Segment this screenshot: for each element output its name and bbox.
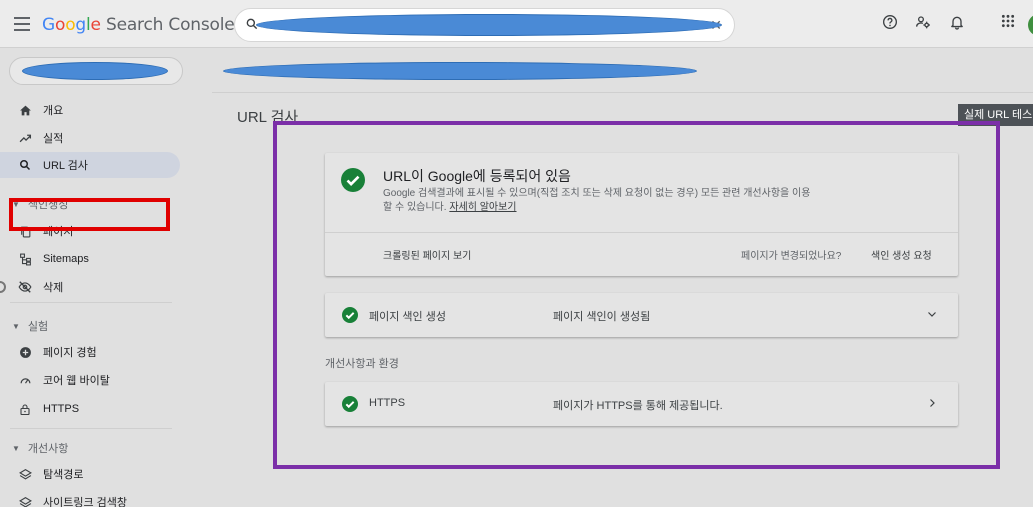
layers-icon — [18, 468, 32, 479]
sidebar-item-label: 탐색경로 — [43, 469, 84, 481]
apps-grid-icon[interactable] — [1001, 14, 1015, 28]
sidebar-item-label: 사이트링크 검색창 — [43, 497, 128, 507]
search-console-logo[interactable]: Google Search Console — [42, 15, 235, 35]
search-icon — [20, 160, 31, 171]
section-label: 개선사항 — [27, 443, 69, 455]
sidebar-item-https[interactable]: HTTPS — [0, 396, 180, 422]
sidebar-item-label: 페이지 경험 — [43, 347, 97, 359]
sidebar-item-label: 개요 — [43, 105, 64, 117]
sidebar-item-breadcrumbs[interactable]: 탐색경로 — [0, 461, 180, 487]
trending-up-icon — [19, 134, 31, 142]
annotation-highlight-red — [9, 198, 170, 231]
google-wordmark: Google — [42, 15, 101, 35]
manage-users-icon[interactable] — [915, 14, 931, 30]
sidebar-item-sitelinks-searchbox[interactable]: 사이트링크 검색창 — [0, 489, 180, 507]
sidebar-item-label: 삭제 — [43, 282, 64, 294]
top-app-bar: Google Search Console ✕ — [0, 0, 1033, 48]
sitemap-icon — [19, 253, 31, 265]
bell-icon[interactable] — [949, 14, 965, 30]
sidebar-divider — [10, 302, 172, 303]
lock-icon — [20, 403, 30, 415]
sidebar-divider — [10, 428, 172, 429]
sidebar-item-performance[interactable]: 실적 — [0, 125, 180, 151]
sidebar-item-core-web-vitals[interactable]: 코어 웹 바이탈 — [0, 367, 180, 393]
add-circle-icon — [19, 346, 31, 358]
section-label: 실험 — [27, 321, 49, 333]
sidebar-item-overview[interactable]: 개요 — [0, 97, 180, 123]
sidebar-item-page-experience[interactable]: 페이지 경험 — [0, 339, 180, 365]
sidebar-item-label: HTTPS — [43, 403, 80, 415]
help-icon[interactable] — [882, 14, 898, 30]
home-icon — [19, 105, 31, 115]
sidebar: 개요 실적 URL 검사 ▼ 색인생성 페이지 Sitemaps 삭제 ▼ 실험… — [0, 48, 212, 507]
sidebar-item-label: 실적 — [43, 133, 64, 145]
caret-down-icon: ▼ — [12, 443, 20, 453]
layers-icon — [18, 496, 32, 507]
annotation-highlight-purple — [273, 121, 1000, 469]
sidebar-section-enhancements[interactable]: ▼ 개선사항 — [0, 440, 180, 456]
speed-gauge-icon — [20, 377, 30, 384]
sidebar-item-label: 코어 웹 바이탈 — [43, 375, 110, 387]
account-avatar[interactable] — [1028, 14, 1033, 36]
sidebar-item-sitemaps[interactable]: Sitemaps — [0, 246, 180, 272]
visibility-off-icon — [18, 281, 32, 293]
redaction-overlay — [22, 62, 168, 80]
sidebar-item-label: Sitemaps — [43, 253, 89, 265]
breadcrumb-divider — [212, 92, 1033, 93]
product-name: Search Console — [100, 15, 235, 35]
menu-icon[interactable] — [14, 17, 30, 31]
caret-down-icon: ▼ — [12, 321, 20, 331]
redaction-overlay — [256, 14, 722, 36]
sidebar-item-removals[interactable]: 삭제 — [0, 274, 180, 300]
redaction-overlay — [223, 62, 697, 80]
sidebar-section-experience[interactable]: ▼ 실험 — [0, 318, 180, 334]
sidebar-item-label: URL 검사 — [43, 160, 88, 172]
sidebar-item-url-inspection[interactable]: URL 검사 — [0, 152, 180, 178]
